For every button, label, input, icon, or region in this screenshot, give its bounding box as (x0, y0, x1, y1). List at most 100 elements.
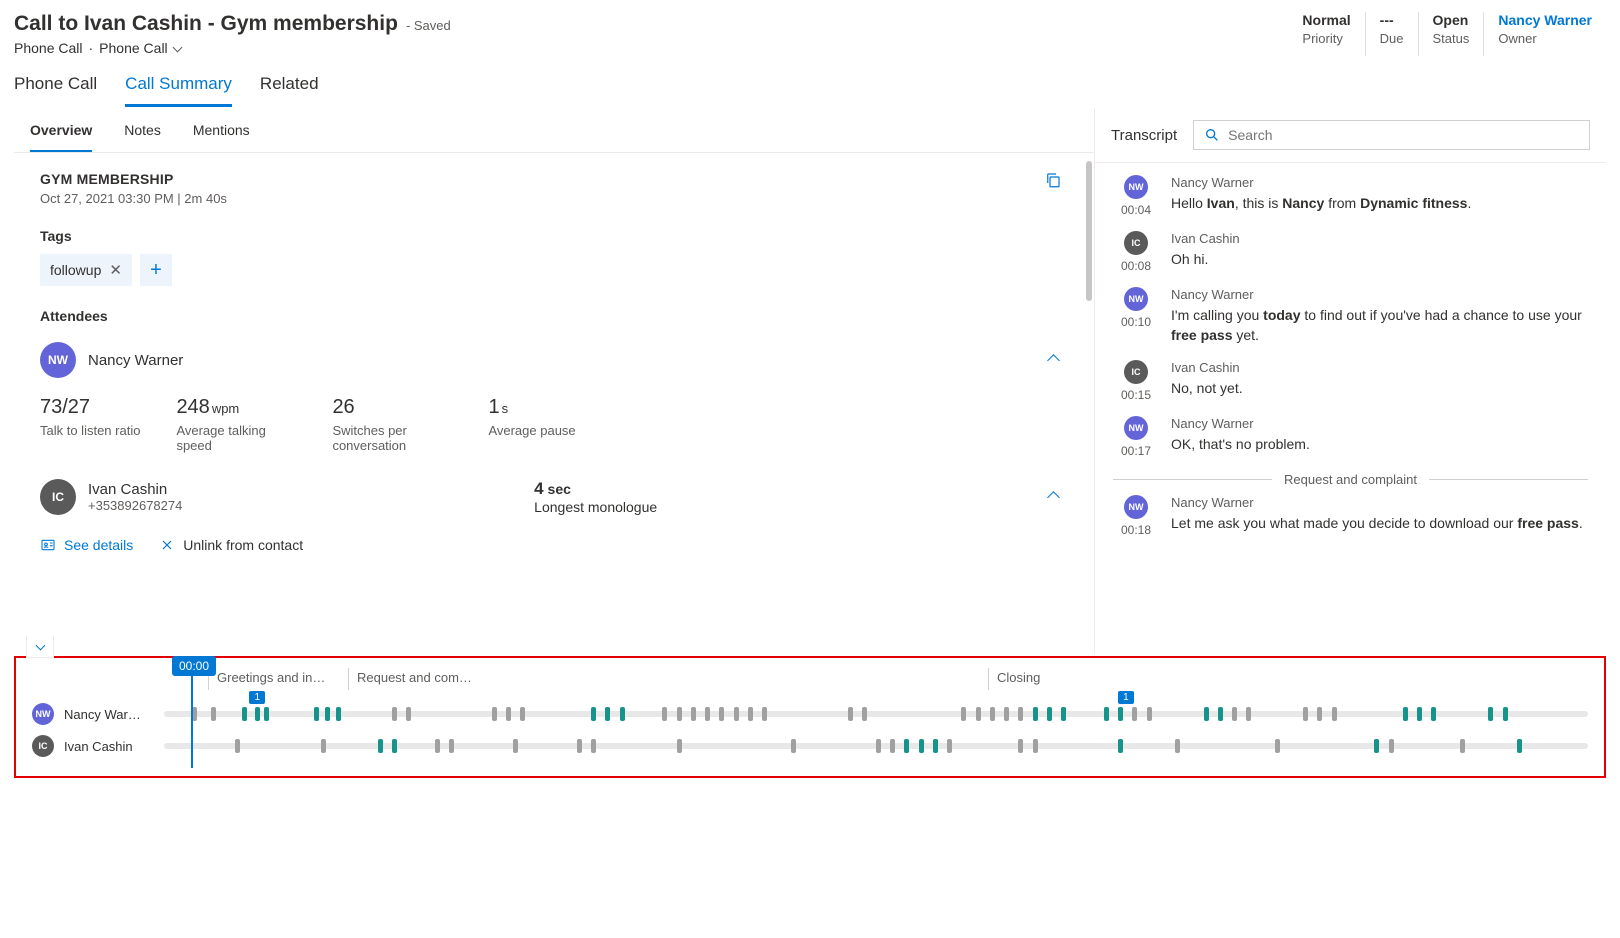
speech-tick (192, 707, 197, 721)
left-pane: Overview Notes Mentions GYM MEMBERSHIP O… (14, 108, 1094, 654)
breadcrumb[interactable]: Phone Call · Phone Call (14, 40, 451, 56)
speech-tick (762, 707, 767, 721)
overview-panel: GYM MEMBERSHIP Oct 27, 2021 03:30 PM | 2… (14, 153, 1094, 654)
speech-tick (620, 707, 625, 721)
speech-tick (662, 707, 667, 721)
tab-related[interactable]: Related (260, 74, 319, 107)
speech-tick (591, 739, 596, 753)
sub-tabs: Overview Notes Mentions (14, 108, 1094, 153)
timestamp: 00:17 (1113, 444, 1159, 458)
segment-label[interactable]: Greetings and in… (208, 668, 348, 690)
speech-tick (492, 707, 497, 721)
search-icon (1204, 127, 1220, 143)
see-details-link[interactable]: See details (40, 537, 133, 553)
speech-tick (1417, 707, 1422, 721)
speech-tick (961, 707, 966, 721)
speech-tick (734, 707, 739, 721)
due-field[interactable]: ---Due (1365, 12, 1418, 56)
scrollbar[interactable] (1086, 161, 1092, 301)
unlink-link[interactable]: Unlink from contact (159, 537, 303, 553)
speech-tick (862, 707, 867, 721)
topic-meta: Oct 27, 2021 03:30 PM | 2m 40s (40, 191, 1068, 206)
close-icon[interactable]: ✕ (109, 261, 122, 279)
speech-tick (1047, 707, 1052, 721)
speech-tick (577, 739, 582, 753)
speech-tick (314, 707, 319, 721)
speech-tick (919, 739, 924, 753)
transcript-row[interactable]: NW00:18Nancy WarnerLet me ask you what m… (1113, 495, 1588, 537)
speech-tick (392, 739, 397, 753)
speech-tick (848, 707, 853, 721)
attendees-label: Attendees (40, 308, 1068, 324)
avatar: NW (1124, 495, 1148, 519)
speech-tick (1018, 707, 1023, 721)
speech-tick (1132, 707, 1137, 721)
contact-card-icon (40, 537, 56, 553)
search-field[interactable] (1228, 127, 1579, 143)
timeline-panel: 00:00 Greetings and in…Request and com…C… (14, 656, 1606, 778)
tab-phone-call[interactable]: Phone Call (14, 74, 97, 107)
chevron-up-icon[interactable] (1047, 491, 1060, 504)
tab-call-summary[interactable]: Call Summary (125, 74, 232, 107)
transcript-row[interactable]: IC00:15Ivan CashinNo, not yet. (1113, 360, 1588, 402)
collapse-button[interactable] (26, 636, 54, 658)
speech-tick (255, 707, 260, 721)
copy-icon[interactable] (1044, 171, 1062, 189)
tags-label: Tags (40, 228, 1068, 244)
tag-followup[interactable]: followup ✕ (40, 254, 132, 286)
speech-tick (1033, 707, 1038, 721)
transcript-row[interactable]: NW00:04Nancy WarnerHello Ivan, this is N… (1113, 175, 1588, 217)
avatar: IC (1124, 360, 1148, 384)
transcript-list[interactable]: NW00:04Nancy WarnerHello Ivan, this is N… (1095, 163, 1606, 654)
utterance: No, not yet. (1171, 378, 1588, 398)
add-tag-button[interactable]: + (140, 254, 172, 286)
subtab-overview[interactable]: Overview (30, 122, 92, 152)
transcript-row[interactable]: NW00:10Nancy WarnerI'm calling you today… (1113, 287, 1588, 346)
speech-tick (1275, 739, 1280, 753)
chevron-up-icon[interactable] (1047, 354, 1060, 367)
speech-tick (705, 707, 710, 721)
search-input[interactable] (1193, 120, 1590, 150)
speech-tick (1332, 707, 1337, 721)
speech-tick (321, 739, 326, 753)
main-tabs: Phone Call Call Summary Related (0, 56, 1620, 108)
speech-tick (990, 707, 995, 721)
chevron-down-icon[interactable] (172, 42, 182, 52)
transcript-row[interactable]: NW00:17Nancy WarnerOK, that's no problem… (1113, 416, 1588, 458)
timeline-track[interactable]: NWNancy War…11 (32, 698, 1588, 730)
track-name: Ivan Cashin (64, 739, 154, 754)
speech-tick (513, 739, 518, 753)
owner-field[interactable]: Nancy WarnerOwner (1483, 12, 1606, 56)
metric-monologue: 4 sec Longest monologue (534, 479, 657, 515)
transcript-title: Transcript (1111, 127, 1177, 144)
speech-tick (406, 707, 411, 721)
speech-tick (235, 739, 240, 753)
subtab-mentions[interactable]: Mentions (193, 122, 250, 152)
segment-label[interactable]: Closing (988, 668, 1448, 690)
speech-tick (1218, 707, 1223, 721)
speech-tick (904, 739, 909, 753)
speech-track[interactable]: 11 (164, 711, 1588, 717)
summary-fields: NormalPriority ---Due OpenStatus Nancy W… (1288, 12, 1606, 56)
utterance: I'm calling you today to find out if you… (1171, 305, 1588, 346)
attendee-phone: +353892678274 (88, 498, 182, 513)
speech-tick (933, 739, 938, 753)
speech-tick (677, 707, 682, 721)
speech-tick (1303, 707, 1308, 721)
segment-label[interactable]: Request and com… (348, 668, 508, 690)
speech-tick (1488, 707, 1493, 721)
transcript-row[interactable]: IC00:08Ivan CashinOh hi. (1113, 231, 1588, 273)
subtab-notes[interactable]: Notes (124, 122, 161, 152)
speech-tick (242, 707, 247, 721)
sentiment-marker[interactable]: 1 (249, 691, 265, 704)
timeline-track[interactable]: ICIvan Cashin (32, 730, 1588, 762)
sentiment-marker[interactable]: 1 (1118, 691, 1134, 704)
priority-field[interactable]: NormalPriority (1288, 12, 1364, 56)
speech-track[interactable] (164, 743, 1588, 749)
speaker-name: Ivan Cashin (1171, 231, 1588, 246)
breadcrumb-a: Phone Call (14, 40, 83, 56)
transcript-pane: Transcript NW00:04Nancy WarnerHello Ivan… (1094, 108, 1606, 654)
status-field[interactable]: OpenStatus (1418, 12, 1484, 56)
speech-tick (264, 707, 269, 721)
playhead[interactable] (191, 666, 193, 768)
